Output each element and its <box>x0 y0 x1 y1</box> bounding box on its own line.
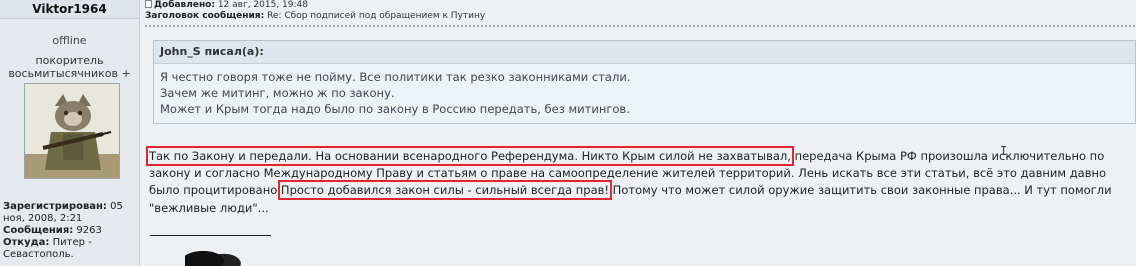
quote-author: John_S писал(а): <box>154 41 1135 64</box>
author-sidebar: Viktor1964 offline покоритель восьмитыся… <box>0 0 140 266</box>
posts-value: 9263 <box>76 225 102 236</box>
quote-line: Может и Крым тогда надо было по закону в… <box>160 102 630 116</box>
highlight-2: Просто добавился закон силы - сильный вс… <box>277 180 613 201</box>
location-label: Откуда: <box>3 237 50 248</box>
avatar <box>24 83 120 179</box>
signature-divider <box>150 235 271 236</box>
quote-body: Я честно говоря тоже не пойму. Все полит… <box>154 64 1135 122</box>
subject-value: Re: Сбор подписей под обращением к Путин… <box>267 11 486 21</box>
quote-block: John_S писал(а): Я честно говоря тоже не… <box>153 40 1136 124</box>
post-document-icon[interactable] <box>145 0 152 8</box>
quote-line: Я честно говоря тоже не пойму. Все полит… <box>160 70 631 84</box>
author-status: offline <box>52 34 87 47</box>
registered-label: Зарегистрирован: <box>3 201 107 212</box>
added-label: Добавлено: <box>154 0 215 10</box>
added-value: 12 авг, 2015, 19:48 <box>217 0 308 10</box>
header-divider <box>145 25 1136 27</box>
highlight-1: Так по Закону и передали. На основании в… <box>146 146 794 166</box>
posts-label: Сообщения: <box>3 225 74 236</box>
subject-label: Заголовок сообщения: <box>145 11 265 21</box>
quote-line: Зачем же митинг, можно ж по закону. <box>160 86 395 100</box>
text-cursor-icon: I <box>1000 144 1008 158</box>
author-rank: покоритель восьмитысячников + <box>8 54 131 80</box>
post-header: Добавлено: 12 авг, 2015, 19:48 Заголовок… <box>145 0 485 22</box>
author-info: Зарегистрирован: 05 ноя, 2008, 2:21 Сооб… <box>3 201 137 261</box>
post-body: Так по Закону и передали. На основании в… <box>146 146 1134 217</box>
cat-soldier-avatar-icon <box>25 84 119 178</box>
author-name[interactable]: Viktor1964 <box>0 0 139 19</box>
signature-image <box>185 241 245 266</box>
